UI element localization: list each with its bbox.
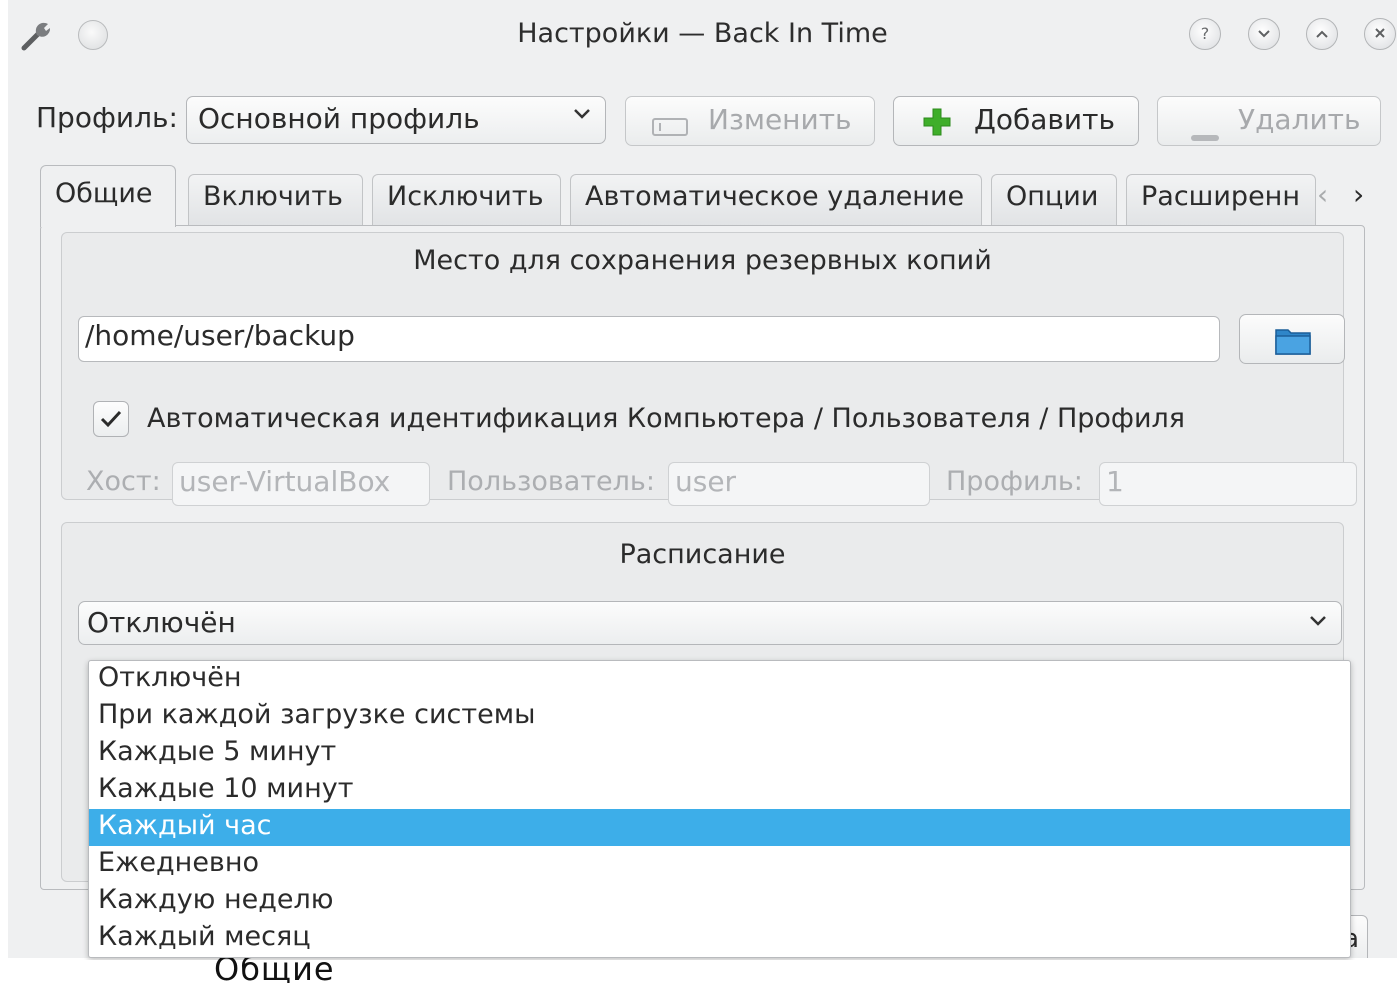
title-bar[interactable]: Настройки — Back In Time ? [8,0,1397,74]
caption-strip: Общие [0,958,1397,983]
schedule-option[interactable]: Ежедневно [89,846,1350,883]
add-profile-label: Добавить [974,103,1115,136]
tab-scroll-left-icon[interactable]: ‹ [1317,178,1328,211]
profile-label: Профиль: [36,101,178,134]
user-input[interactable]: user [668,462,930,506]
tab-expert[interactable]: Расширенн [1126,174,1316,226]
profile-select-value: Основной профиль [198,102,480,135]
tab-include[interactable]: Включить [188,174,363,226]
help-button[interactable]: ? [1189,18,1221,50]
remove-profile-button[interactable]: Удалить [1157,96,1381,146]
schedule-option[interactable]: Каждые 5 минут [89,735,1350,772]
schedule-option[interactable]: Каждые 10 минут [89,772,1350,809]
chevron-down-icon [571,103,593,131]
schedule-option-highlighted[interactable]: Каждый час [89,809,1350,846]
schedule-select[interactable]: Отключён [78,601,1342,645]
maximize-button[interactable] [1306,18,1338,50]
edit-profile-label: Изменить [708,103,852,136]
tab-scroll-right-icon[interactable]: › [1353,178,1364,211]
profile-id-label: Профиль: [946,466,1083,497]
close-icon [1375,28,1385,38]
close-button[interactable] [1364,18,1396,50]
rename-icon [652,111,688,144]
remove-profile-label: Удалить [1238,103,1361,136]
tab-exclude[interactable]: Исключить [372,174,561,226]
chevron-down-icon [1307,610,1329,638]
checkmark-icon [100,410,122,428]
auto-identification-label: Автоматическая идентификация Компьютера … [147,403,1186,434]
schedule-title: Расписание [619,539,786,570]
settings-window: Настройки — Back In Time ? Профиль: Осно… [8,0,1397,960]
tab-general[interactable]: Общие [40,165,176,227]
minimize-button[interactable] [1248,18,1280,50]
host-input[interactable]: user-VirtualBox [172,462,430,506]
auto-identification-checkbox[interactable] [93,401,129,437]
tab-options[interactable]: Опции [991,174,1117,226]
backup-location-title: Место для сохранения резервных копий [413,245,992,276]
chevron-up-icon [1316,30,1328,38]
edit-profile-button[interactable]: Изменить [625,96,875,146]
browse-folder-button[interactable] [1239,314,1345,364]
folder-icon [1274,324,1312,363]
schedule-option[interactable]: Каждый месяц [89,920,1350,957]
schedule-option[interactable]: Отключён [89,661,1350,698]
backup-location-group: Место для сохранения резервных копий /ho… [61,232,1357,506]
chevron-down-icon [1258,30,1270,38]
tab-auto-remove[interactable]: Автоматическое удаление [570,174,982,226]
profile-id-input[interactable]: 1 [1099,462,1357,506]
add-profile-button[interactable]: Добавить [893,96,1139,146]
schedule-select-value: Отключён [87,606,236,639]
profile-select[interactable]: Основной профиль [186,96,606,144]
backup-path-input[interactable]: /home/user/backup [78,316,1220,362]
minus-icon [1190,117,1220,150]
schedule-option[interactable]: Каждую неделю [89,883,1350,920]
user-label: Пользователь: [447,466,655,497]
caption-text: Общие [214,958,335,983]
schedule-option[interactable]: При каждой загрузке системы [89,698,1350,735]
plus-icon [922,107,952,144]
schedule-dropdown-list: Отключён При каждой загрузке системы Каж… [88,660,1351,958]
host-label: Хост: [86,466,161,497]
